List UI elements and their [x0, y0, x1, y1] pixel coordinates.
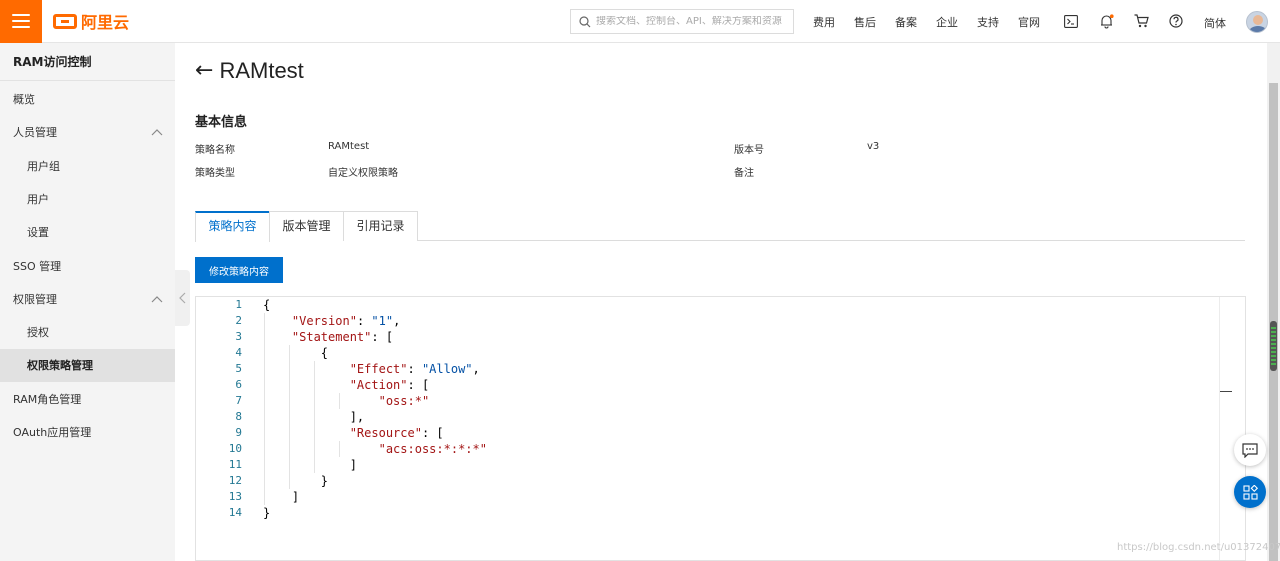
cursor-marker	[1220, 391, 1232, 392]
line-number: 7	[235, 394, 242, 407]
basic-info-heading: 基本信息	[195, 115, 248, 130]
code-line: "Effect": "Allow",	[349, 362, 480, 376]
line-number: 5	[235, 362, 242, 375]
version-value: v3	[867, 141, 880, 152]
code-line: "Resource": [	[349, 426, 444, 440]
aliyun-logo-icon	[53, 13, 77, 29]
sidebar-item-user-groups[interactable]: 用户组	[0, 150, 175, 183]
sidebar-item-ram-roles[interactable]: RAM角色管理	[0, 383, 175, 416]
line-number: 13	[228, 490, 242, 503]
apps-grid-icon	[1242, 484, 1258, 500]
quick-apps-button[interactable]	[1234, 476, 1266, 508]
code-line: "Version": "1",	[291, 314, 401, 328]
code-line: }	[263, 506, 271, 520]
line-number: 11	[228, 458, 242, 471]
sidebar-item-overview[interactable]: 概览	[0, 83, 175, 116]
line-number-gutter: 1 2 3 4 5 6 7 8 9 10 11 12 13 14	[196, 297, 254, 560]
watermark-text: https://blog.csdn.net/u013724076	[1117, 542, 1280, 553]
line-number: 8	[235, 410, 242, 423]
policy-type-label: 策略类型	[195, 168, 235, 179]
code-line: "acs:oss:*:*:*"	[378, 442, 487, 456]
line-number: 2	[235, 314, 242, 327]
notification-bell-icon[interactable]	[1098, 13, 1114, 29]
search-input[interactable]	[596, 16, 786, 27]
sidebar-item-permissions[interactable]: 权限管理	[0, 283, 175, 316]
line-number: 3	[235, 330, 242, 343]
tab-references[interactable]: 引用记录	[343, 211, 418, 241]
hamburger-menu-button[interactable]	[0, 0, 42, 43]
chevron-up-icon	[151, 129, 163, 136]
page-header: ← RAMtest	[195, 58, 304, 84]
search-box[interactable]	[570, 9, 794, 34]
nav-enterprise[interactable]: 企业	[936, 14, 958, 30]
sidebar-item-grants[interactable]: 授权	[0, 316, 175, 349]
nav-after-sales[interactable]: 售后	[854, 14, 876, 30]
aliyun-logo[interactable]: 阿里云	[53, 9, 129, 33]
policy-name-value: RAMtest	[328, 141, 370, 152]
tab-version-management[interactable]: 版本管理	[269, 211, 344, 241]
top-navigation-bar: 阿里云 费用 售后 备案 企业 支持 官网 简体	[0, 0, 1280, 43]
back-arrow-icon[interactable]: ←	[195, 60, 213, 82]
line-number: 12	[228, 474, 242, 487]
code-line: ],	[263, 410, 365, 424]
nav-support[interactable]: 支持	[977, 14, 999, 30]
code-line: {	[263, 346, 329, 360]
code-line: "Action": [	[349, 378, 430, 392]
note-label: 备注	[734, 168, 754, 179]
code-line: ]	[263, 490, 300, 504]
cart-icon[interactable]	[1133, 13, 1149, 29]
line-number: 10	[228, 442, 242, 455]
sidebar-item-oauth-apps[interactable]: OAuth应用管理	[0, 416, 175, 449]
sidebar-item-users[interactable]: 用户	[0, 183, 175, 216]
sidebar-item-settings[interactable]: 设置	[0, 216, 175, 249]
user-avatar[interactable]	[1246, 11, 1268, 33]
policy-name-label: 策略名称	[195, 145, 235, 156]
code-line: {	[263, 298, 271, 312]
sidebar-item-policies[interactable]: 权限策略管理	[0, 349, 175, 382]
chat-feedback-button[interactable]	[1234, 434, 1266, 466]
sidebar: RAM访问控制 概览 人员管理 用户组 用户 设置 SSO 管理 权限管理 授权…	[0, 43, 175, 561]
tab-policy-content[interactable]: 策略内容	[195, 211, 270, 242]
nav-official-site[interactable]: 官网	[1018, 14, 1040, 30]
search-icon	[579, 15, 591, 27]
code-line: "Statement": [	[291, 330, 394, 344]
policy-code-editor[interactable]: 1 2 3 4 5 6 7 8 9 10 11 12 13 14 { "Vers…	[195, 296, 1246, 561]
code-line: ]	[263, 458, 357, 472]
chevron-up-icon	[151, 296, 163, 303]
line-number: 4	[235, 346, 242, 359]
brand-name: 阿里云	[81, 13, 130, 32]
line-number: 6	[235, 378, 242, 391]
edit-policy-button[interactable]: 修改策略内容	[195, 257, 283, 283]
nav-icp-filing[interactable]: 备案	[895, 14, 917, 30]
main-content: ← RAMtest 基本信息 策略名称 RAMtest 版本号 v3 策略类型 …	[175, 43, 1267, 561]
page-scrollbar[interactable]	[1267, 43, 1280, 561]
code-line: "oss:*"	[378, 394, 430, 408]
help-icon[interactable]	[1168, 13, 1184, 29]
sidebar-item-sso[interactable]: SSO 管理	[0, 250, 175, 283]
language-switch[interactable]: 简体	[1204, 15, 1226, 31]
scrollbar-grip[interactable]	[1270, 321, 1277, 371]
editor-overview-ruler[interactable]	[1219, 297, 1245, 560]
line-number: 1	[235, 298, 242, 311]
menu-icon	[12, 14, 30, 16]
version-label: 版本号	[734, 145, 764, 156]
chat-icon	[1242, 442, 1258, 458]
top-nav-links: 费用 售后 备案 企业 支持 官网	[813, 0, 1059, 43]
terminal-icon[interactable]	[1063, 13, 1079, 29]
sidebar-item-identities[interactable]: 人员管理	[0, 116, 175, 149]
page-title: RAMtest	[219, 58, 304, 83]
policy-tabs: 策略内容 版本管理 引用记录	[195, 211, 1245, 242]
line-number: 9	[235, 426, 242, 439]
code-line: }	[263, 474, 329, 488]
sidebar-title: RAM访问控制	[0, 43, 175, 81]
policy-type-value: 自定义权限策略	[328, 168, 398, 179]
line-number: 14	[228, 506, 242, 519]
nav-fees[interactable]: 费用	[813, 14, 835, 30]
